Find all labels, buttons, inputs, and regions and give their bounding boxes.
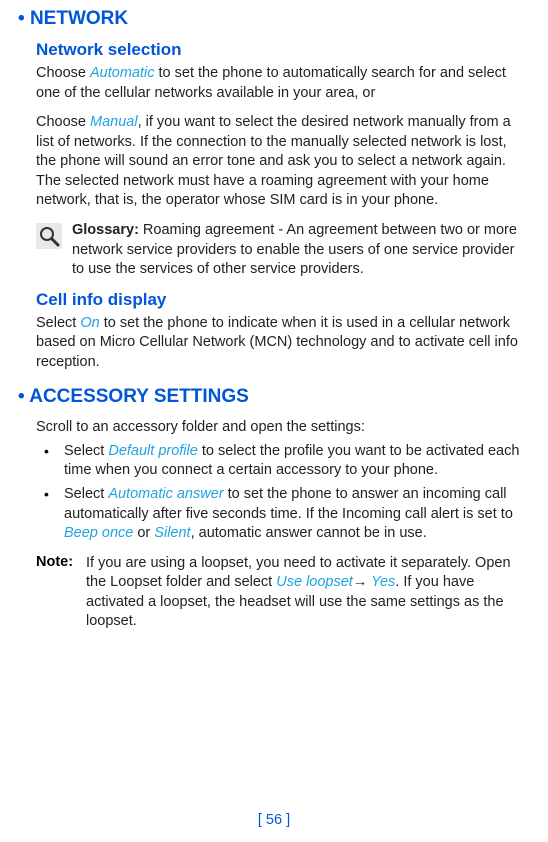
list-item: Select Default profile to select the pro… xyxy=(36,442,530,481)
paragraph-automatic: Choose Automatic to set the phone to aut… xyxy=(36,64,530,103)
text: Choose xyxy=(36,65,90,81)
text: to set the phone to indicate when it is … xyxy=(36,315,518,370)
glossary-text: Glossary: Roaming agreement - An agreeme… xyxy=(72,221,530,280)
term-manual: Manual xyxy=(90,114,138,130)
network-section-body: Network selection Choose Automatic to se… xyxy=(36,40,530,372)
accessory-intro: Scroll to an accessory folder and open t… xyxy=(36,418,530,438)
section-title: NETWORK xyxy=(30,8,128,29)
accessory-bullet-list: Select Default profile to select the pro… xyxy=(36,442,530,544)
note-block: Note: If you are using a loopset, you ne… xyxy=(36,554,530,632)
term-use-loopset: Use loopset xyxy=(276,574,353,590)
subheading-network-selection: Network selection xyxy=(36,40,530,60)
text: Select xyxy=(64,486,108,502)
page-number: [ 56 ] xyxy=(0,812,548,828)
term-automatic: Automatic xyxy=(90,65,154,81)
paragraph-cell-info: Select On to set the phone to indicate w… xyxy=(36,314,530,373)
term-yes: Yes xyxy=(367,574,395,590)
term-beep-once: Beep once xyxy=(64,525,133,541)
section-heading-accessory: • ACCESSORY SETTINGS xyxy=(18,386,530,408)
section-heading-network: • NETWORK xyxy=(18,8,530,30)
note-text: If you are using a loopset, you need to … xyxy=(86,554,530,632)
text: Choose xyxy=(36,114,90,130)
term-automatic-answer: Automatic answer xyxy=(108,486,223,502)
accessory-section-body: Scroll to an accessory folder and open t… xyxy=(36,418,530,632)
text: , automatic answer cannot be in use. xyxy=(191,525,427,541)
text: or xyxy=(133,525,154,541)
term-default-profile: Default profile xyxy=(108,443,197,459)
term-silent: Silent xyxy=(154,525,190,541)
bullet: • xyxy=(18,386,25,407)
paragraph-manual: Choose Manual, if you want to select the… xyxy=(36,113,530,211)
text: Select xyxy=(64,443,108,459)
magnifier-icon xyxy=(36,223,62,252)
glossary-label: Glossary: xyxy=(72,222,139,238)
arrow-icon: → xyxy=(353,574,368,590)
subheading-cell-info: Cell info display xyxy=(36,290,530,310)
bullet: • xyxy=(18,8,25,29)
list-item: Select Automatic answer to set the phone… xyxy=(36,485,530,544)
note-label: Note: xyxy=(36,554,86,570)
term-on: On xyxy=(80,315,99,331)
text: Select xyxy=(36,315,80,331)
glossary-block: Glossary: Roaming agreement - An agreeme… xyxy=(36,221,530,280)
glossary-body: Roaming agreement - An agreement between… xyxy=(72,222,517,277)
section-title: ACCESSORY SETTINGS xyxy=(29,386,249,407)
